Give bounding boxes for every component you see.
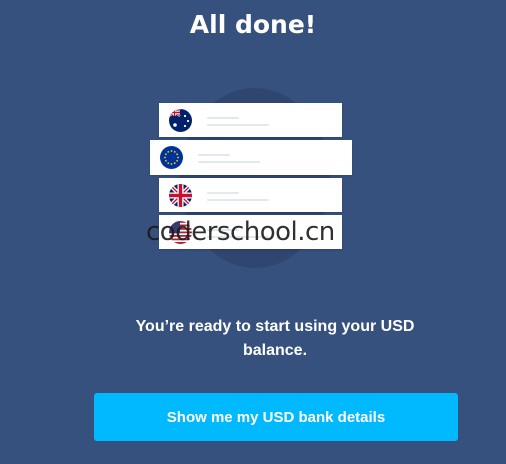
ready-message-line-1: You’re ready to start using your USD: [135, 318, 415, 335]
placeholder-line: [207, 199, 269, 201]
currency-card-aud: [159, 103, 342, 137]
watermark: coderschool.cn: [146, 217, 335, 247]
show-usd-bank-details-button[interactable]: Show me my USD bank details: [94, 393, 458, 441]
ready-message: You’re ready to start using your USD bal…: [100, 315, 450, 363]
placeholder-line: [207, 124, 269, 126]
currency-card-eur: [150, 140, 352, 175]
eu-flag-icon: [160, 146, 183, 169]
placeholder-line: [198, 154, 230, 156]
currency-card-gbp: [159, 178, 342, 212]
ready-message-line-2: balance.: [242, 342, 308, 359]
placeholder-line: [207, 192, 239, 194]
australia-flag-icon: [169, 109, 192, 132]
uk-flag-icon: [169, 184, 192, 207]
page-title: All done!: [189, 10, 317, 39]
placeholder-line: [207, 117, 239, 119]
page: All done! coderschool.cn You’re ready to…: [0, 0, 506, 464]
placeholder-line: [198, 161, 260, 163]
